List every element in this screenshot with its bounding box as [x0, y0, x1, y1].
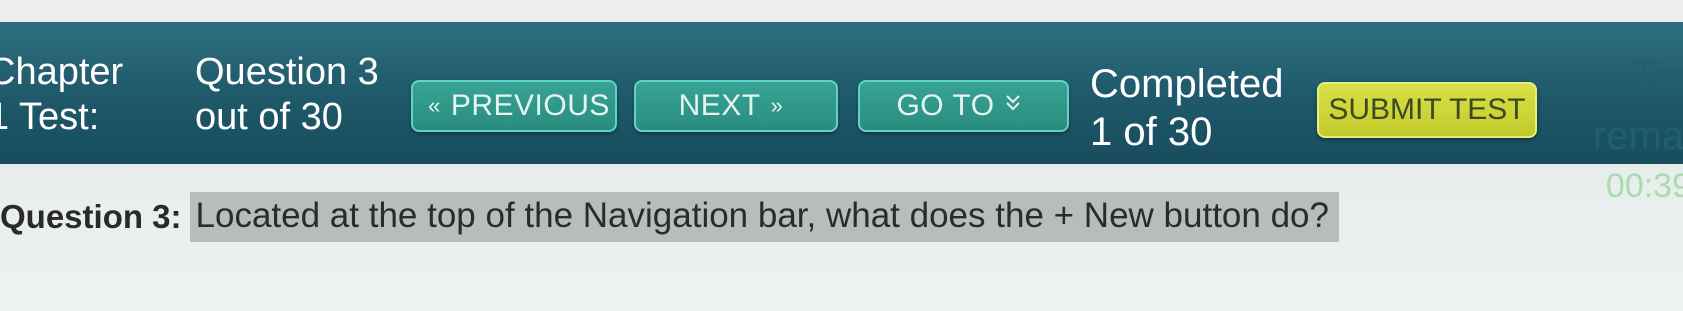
- double-chevron-down-icon: [1005, 93, 1021, 119]
- question-text: Located at the top of the Navigation bar…: [189, 192, 1339, 242]
- question-prompt: Question 3: Located at the top of the Na…: [0, 192, 1339, 242]
- question-number-label: Question 3:: [0, 198, 182, 235]
- completion-status: Completed 1 of 30: [1090, 60, 1283, 156]
- question-position-line1: Question 3: [195, 51, 379, 93]
- timer-label-line2: remai: [1592, 114, 1683, 158]
- completion-status-line1: Completed: [1090, 62, 1284, 106]
- previous-button-label: PREVIOUS: [450, 89, 610, 122]
- go-to-button-label: GO TO: [896, 89, 995, 122]
- go-to-button[interactable]: GO TO: [858, 80, 1069, 132]
- next-button[interactable]: NEXT »: [634, 80, 838, 132]
- previous-button[interactable]: « PREVIOUS: [411, 80, 617, 132]
- next-button-label: NEXT: [678, 89, 761, 122]
- question-position: Question 3 out of 30: [195, 50, 379, 140]
- double-chevron-right-icon: »: [770, 93, 784, 118]
- test-navigation-bar: Chapter 1 Test: Question 3 out of 30 « P…: [0, 22, 1683, 164]
- chapter-title-line2: 1 Test:: [0, 96, 100, 138]
- double-chevron-left-icon: «: [428, 93, 441, 118]
- timer-value: 00:39: [1605, 167, 1683, 205]
- completion-status-line2: 1 of 30: [1090, 110, 1213, 154]
- timer-label-line1: Tim: [1631, 54, 1683, 98]
- top-strip: [0, 0, 1683, 22]
- chapter-title: Chapter 1 Test:: [0, 50, 123, 140]
- submit-test-button[interactable]: SUBMIT TEST: [1317, 82, 1537, 138]
- submit-test-button-label: SUBMIT TEST: [1328, 93, 1526, 126]
- question-position-line2: out of 30: [195, 96, 343, 138]
- chapter-title-line1: Chapter: [0, 51, 124, 93]
